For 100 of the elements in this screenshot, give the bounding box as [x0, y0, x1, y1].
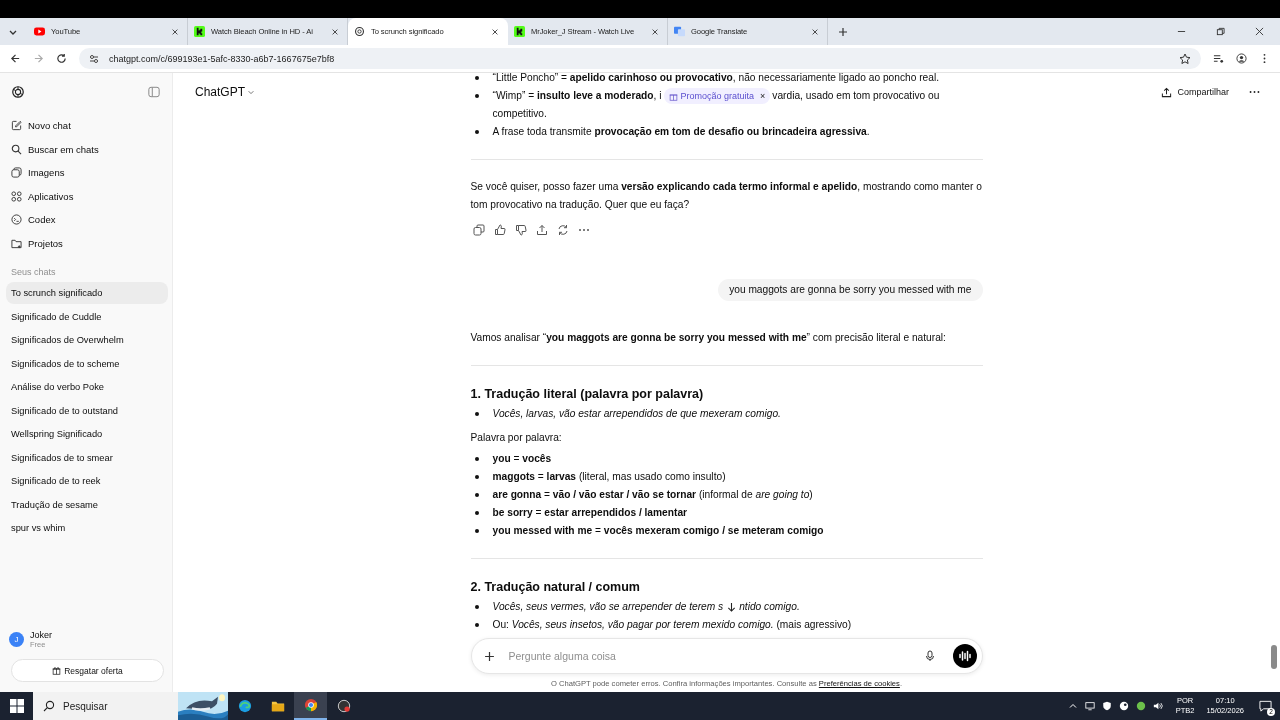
close-icon[interactable] [331, 27, 339, 36]
bullet-icon [474, 605, 479, 609]
chat-item[interactable]: Análise do verbo Poke [6, 376, 168, 398]
k-icon [514, 26, 525, 37]
status-dot-icon[interactable] [1135, 701, 1146, 711]
voice-button[interactable] [952, 644, 977, 668]
close-icon[interactable] [491, 27, 499, 36]
section-title: Seus chats [11, 267, 57, 277]
paragraph: Se você quiser, posso fazer uma versão explicando cada termo informal e apelido, mostrando como manter o tom provocativo na tradução. Quer que eu faça? [470, 180, 983, 212]
bullet-icon [474, 475, 479, 479]
knot-icon [354, 26, 365, 37]
offer-button[interactable]: Resgatar oferta [11, 659, 164, 682]
list-item-text: you = vocês [492, 452, 553, 466]
user-name: Joker [30, 630, 52, 640]
share-icon[interactable] [535, 224, 548, 236]
share-icon [1161, 86, 1173, 98]
sidebar-item[interactable]: Buscar em chats [6, 137, 168, 161]
more-icon[interactable] [1249, 90, 1260, 94]
sidebar-item[interactable]: Novo chat [6, 114, 168, 138]
address-bar[interactable]: chatgpt.com/c/699193e1-5afc-8330-a6b7-1667675e7bf8 [79, 48, 1201, 69]
taskbar-search-field[interactable]: Pesquisar [33, 692, 228, 720]
chat-item[interactable]: spur vs whim [6, 517, 168, 539]
chat-bubble-icon [1258, 700, 1272, 712]
list-item-text: Ou: Vocês, seus insetos, vão pagar por terem mexido comigo. (mais agressivo) [492, 618, 853, 632]
bullet-icon [474, 511, 479, 515]
knot-logo-icon[interactable] [11, 85, 25, 99]
chevron-up-icon[interactable] [1067, 701, 1078, 711]
list-item-text: are gonna = vão / vão estar / vão se tornar (informal de are going to) [492, 488, 814, 502]
chat-item[interactable]: Significado de to outstand [6, 399, 168, 422]
chat-item[interactable]: Significados de to smear [6, 446, 168, 469]
list-item-text: Vocês, seus vermes, vão se arrepender de terem s ntido comigo. [492, 598, 983, 616]
wave-icon [237, 699, 252, 713]
star-icon[interactable] [1179, 52, 1191, 65]
back-icon[interactable] [10, 53, 21, 64]
composer-bar[interactable]: Pergunte alguma coisa [470, 638, 983, 674]
list-item-text: Vocês, larvas, vão estar arrependidos de que mexeram comigo. [492, 407, 782, 421]
taskbar-app[interactable] [294, 692, 327, 720]
bullet-icon [474, 457, 479, 461]
microphone-icon[interactable] [924, 650, 935, 662]
close-icon[interactable] [811, 27, 819, 36]
images-icon [11, 167, 22, 179]
shield-icon[interactable] [1101, 701, 1112, 711]
sidebar-item[interactable]: Projetos [6, 231, 168, 255]
plus-icon[interactable] [483, 650, 495, 662]
model-selector[interactable]: ChatGPT [195, 85, 255, 99]
list-item-text: you messed with me = vocês mexeram comigo / se meteram comigo [492, 524, 825, 538]
restore-icon[interactable] [1216, 27, 1225, 36]
close-icon[interactable] [651, 27, 659, 36]
search-icon [11, 143, 22, 155]
terminal-icon [11, 214, 22, 226]
chat-item[interactable]: Significados de Overwhelm [6, 329, 168, 351]
edit-icon [11, 120, 22, 132]
profile-icon[interactable] [1236, 53, 1247, 64]
regenerate-icon[interactable] [556, 224, 569, 236]
list-item-text: maggots = larvas (literal, mas usado como insulto) [492, 470, 727, 484]
record-icon [336, 699, 351, 713]
windows-start-icon[interactable] [10, 699, 24, 713]
media-icon[interactable] [1213, 53, 1224, 64]
promo-badge[interactable]: Promoção gratuita × [663, 88, 771, 105]
list-item-text: “Little Poncho” = apelido carinhoso ou provocativo, não necessariamente ligado ao poncho real. [492, 73, 940, 85]
paragraph: Vamos analisar “you maggots are gonna be sorry you messed with me” com precisão literal e natural: [470, 331, 947, 345]
copy-icon[interactable] [472, 224, 485, 236]
user-message: you maggots are gonna be sorry you messed with me [718, 279, 983, 301]
sidebar-item[interactable]: Imagens [6, 161, 168, 185]
bullet-icon [474, 130, 479, 134]
thumbs-down-icon[interactable] [514, 224, 527, 236]
chat-item[interactable]: Significado de to reek [6, 470, 168, 492]
close-icon[interactable] [1255, 27, 1264, 36]
k-icon [194, 26, 205, 37]
gift-icon [668, 91, 678, 101]
search-icon [43, 700, 55, 712]
section-heading: 2. Tradução natural / comum [470, 579, 641, 596]
site-info-icon[interactable] [88, 52, 100, 65]
share-button[interactable]: Compartilhar [1155, 82, 1235, 102]
list-item-text: “Wimp” = insulto leve a moderado, i Promoção gratuita × vardia, usado em tom provocativo ou competitivo. [492, 87, 941, 121]
close-icon[interactable] [171, 27, 179, 36]
chat-item[interactable]: Significados de to scheme [6, 352, 168, 375]
prompt-field[interactable]: Pergunte alguma coisa [506, 649, 925, 663]
reload-icon[interactable] [56, 53, 67, 64]
apps-icon [11, 190, 22, 202]
chat-item[interactable]: To scrunch significado [6, 282, 168, 304]
gift-icon [52, 666, 62, 675]
sidebar-item[interactable]: Codex [6, 208, 168, 232]
avatar[interactable]: J [9, 632, 24, 647]
sidebar-item[interactable]: Aplicativos [6, 184, 168, 208]
bullet-icon [474, 412, 479, 416]
chat-item[interactable]: Wellspring Significado [6, 423, 168, 445]
play-icon [34, 26, 45, 37]
bullet-icon [474, 94, 479, 98]
paragraph: Palavra por palavra: [470, 431, 563, 445]
sidebar-toggle-icon[interactable] [148, 86, 160, 98]
caret-icon [247, 88, 255, 96]
new-tab-icon[interactable] [838, 26, 848, 37]
chat-item[interactable]: Significado de Cuddle [6, 305, 168, 328]
monitor-icon[interactable] [1084, 701, 1095, 711]
chat-item[interactable]: Tradução de sesame [6, 493, 168, 516]
list-item-text: be sorry = estar arrependidos / lamentar [492, 506, 688, 520]
thumbs-up-icon[interactable] [493, 224, 506, 236]
volume-icon[interactable] [1152, 701, 1163, 711]
folder-icon [270, 699, 285, 713]
